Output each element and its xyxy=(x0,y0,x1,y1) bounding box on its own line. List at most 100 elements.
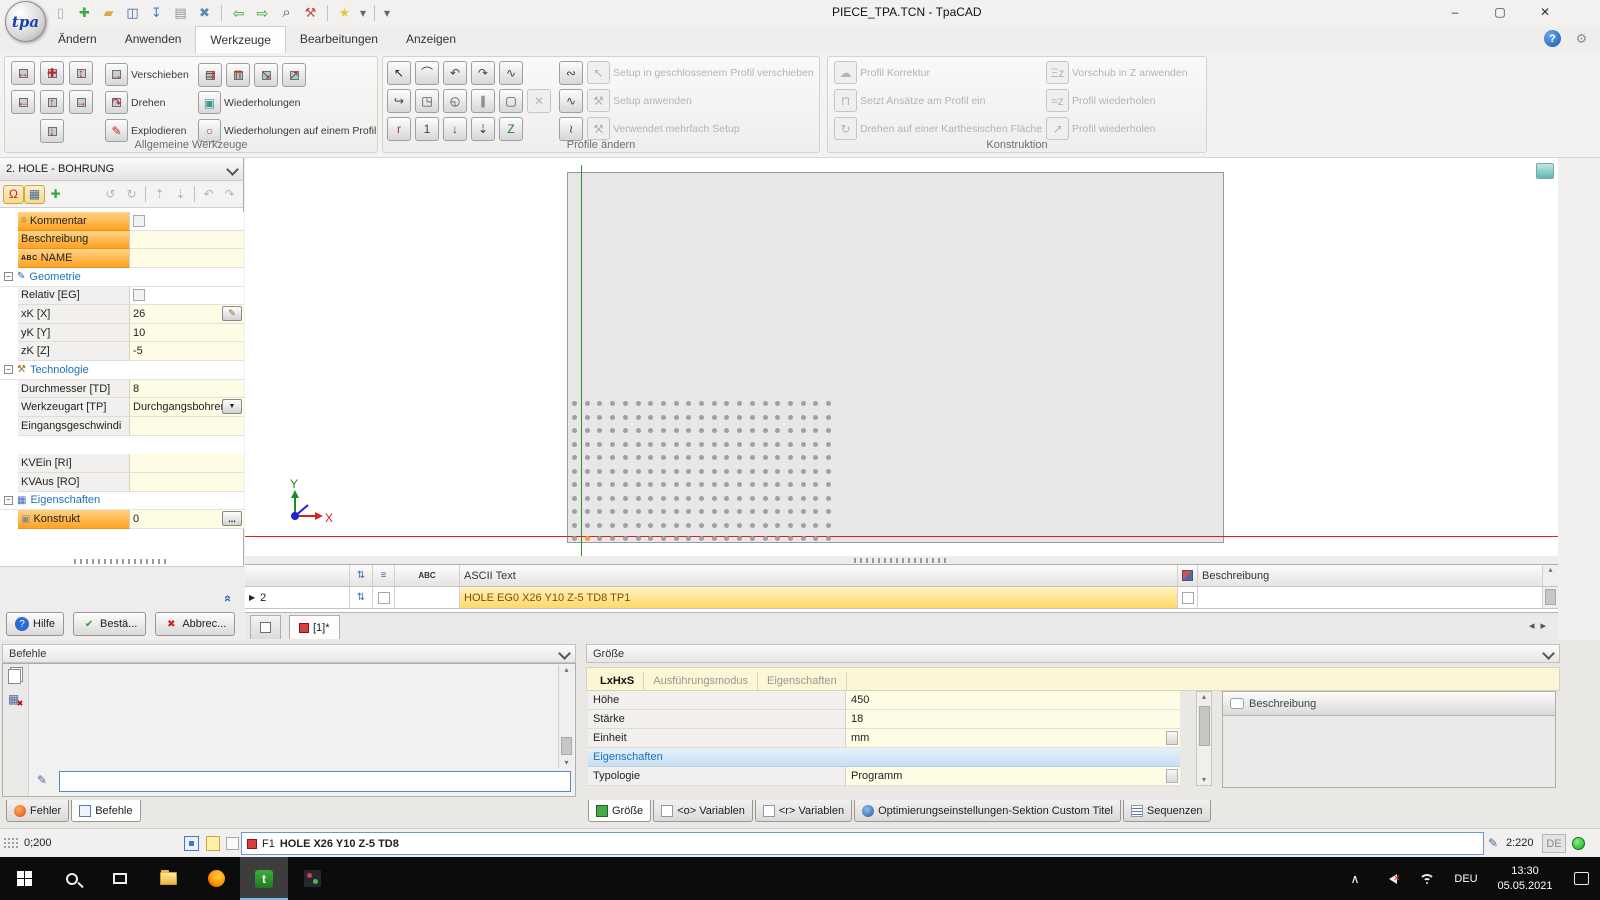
fillet-radius-button[interactable]: r xyxy=(387,117,411,141)
chamfer-line-button[interactable]: 1 xyxy=(415,117,439,141)
ribbon-options-button[interactable]: ⚙ xyxy=(1571,29,1592,48)
browser-button[interactable] xyxy=(192,857,240,900)
tab-groesse-tab[interactable]: Größe xyxy=(588,800,651,822)
mirror-diagonal-up-button[interactable]: ↗ xyxy=(282,63,306,87)
pin-icon[interactable] xyxy=(226,163,239,176)
keyboard-language-button[interactable]: DEU xyxy=(1446,857,1486,900)
property-value-kommentar[interactable] xyxy=(130,212,244,231)
tpacad-taskbar-button[interactable]: t xyxy=(240,857,288,900)
property-value-eingangsgeschwindi[interactable] xyxy=(130,417,244,436)
app-button[interactable] xyxy=(288,857,336,900)
view-tab-3d[interactable] xyxy=(250,615,281,639)
undo-button[interactable]: ⇦ xyxy=(228,3,249,22)
smooth-profile-button[interactable]: ≀ xyxy=(559,117,583,141)
notification-center-button[interactable] xyxy=(1566,857,1596,900)
arc-ccw-button[interactable]: ↶ xyxy=(443,61,467,85)
pin-icon[interactable] xyxy=(1542,647,1555,660)
menu-tab-werkzeuge[interactable]: Werkzeuge xyxy=(195,26,285,53)
new-file-button[interactable]: ▯ xyxy=(50,3,71,22)
tpa-logo-button[interactable]: tpa xyxy=(5,1,46,42)
column-ascii-text[interactable]: ASCII Text xyxy=(460,565,1178,587)
corner-square-button[interactable]: ◳ xyxy=(415,89,439,113)
menu-tab-anwenden[interactable]: Anwenden xyxy=(111,26,196,53)
ascii-text-cell[interactable]: HOLE EG0 X26 Y10 Z-5 TD8 TP1 xyxy=(460,587,1178,609)
menu-tab-anzeigen[interactable]: Anzeigen xyxy=(392,26,470,53)
scrollbar-thumb[interactable] xyxy=(561,737,572,755)
favorites-arrow-button[interactable]: ▾ xyxy=(358,3,368,22)
open-file-button[interactable]: ▰ xyxy=(98,3,119,22)
redo-button[interactable]: ⇨ xyxy=(252,3,273,22)
field-value-typologie[interactable]: Programm xyxy=(846,767,1180,786)
split-segment-button[interactable]: ∥ xyxy=(471,89,495,113)
menu-tab-ndern[interactable]: Ändern xyxy=(44,26,111,53)
property-value-xk-x[interactable]: 26✎ xyxy=(130,305,244,324)
fit-view-icon[interactable] xyxy=(184,836,199,851)
add-file-button[interactable]: ✚ xyxy=(74,3,95,22)
network-button[interactable] xyxy=(1412,857,1442,900)
search-button[interactable]: ⌕ xyxy=(276,3,297,22)
tab-sequenzen-tab[interactable]: Sequenzen xyxy=(1123,800,1211,822)
groesse-tab-ausf-hrungsmodus[interactable]: Ausführungsmodus xyxy=(644,672,758,690)
wiederholungen-button[interactable]: ▣Wiederholungen xyxy=(198,91,300,114)
move-left-button[interactable]: ← xyxy=(11,90,35,114)
save-file-button[interactable]: ◫ xyxy=(122,3,143,22)
tab-nav-arrows[interactable]: ◂▸ xyxy=(1529,619,1552,632)
bestaetigen-button[interactable]: ✔Bestä... xyxy=(73,612,146,636)
property-value-beschreibung[interactable] xyxy=(130,231,244,250)
resize-grip[interactable] xyxy=(3,837,19,850)
field-value-h-he[interactable]: 450 xyxy=(846,691,1180,710)
drehen-button[interactable]: ↷Drehen xyxy=(105,91,165,114)
import-button[interactable]: ↧ xyxy=(146,3,167,22)
corner-round-button[interactable]: ◵ xyxy=(443,89,467,113)
select-pointer-button[interactable]: ↖ xyxy=(387,61,411,85)
menu-tab-bearbeitungen[interactable]: Bearbeitungen xyxy=(286,26,392,53)
mirror-diagonal-down-button[interactable]: ↘ xyxy=(254,63,278,87)
property-value-kvein-ri[interactable] xyxy=(130,454,244,473)
property-value-yk-y[interactable]: 10 xyxy=(130,324,244,343)
stretch-y-button[interactable]: ↕ xyxy=(69,61,93,85)
canvas-view-button[interactable] xyxy=(1536,163,1554,179)
status-checkbox[interactable] xyxy=(226,837,239,850)
property-value-relativ-eg[interactable] xyxy=(130,287,244,306)
edit-value-button[interactable]: ✎ xyxy=(222,306,242,321)
view-tab-face-1[interactable]: [1]* xyxy=(289,615,340,639)
scroll-down-icon[interactable]: ▾ xyxy=(559,758,574,768)
parametric-omega-button[interactable]: Ω xyxy=(3,185,24,204)
property-value-zk-z[interactable]: -5 xyxy=(130,342,244,361)
help-icon[interactable]: ? xyxy=(1544,30,1561,47)
command-input[interactable] xyxy=(59,771,571,792)
scroll-up-icon[interactable]: ▴ xyxy=(1197,692,1211,702)
toolbar-options-button[interactable]: ▾ xyxy=(381,3,393,22)
minimize-button[interactable]: – xyxy=(1437,1,1473,22)
tab-o-variablen-tab[interactable]: <o> Variablen xyxy=(653,800,753,822)
z-depth-profile-button[interactable]: Z xyxy=(499,117,523,141)
field-value-st-rke[interactable]: 18 xyxy=(846,710,1180,729)
browse-button[interactable] xyxy=(1166,731,1178,745)
wiederholungen-button[interactable]: ▣ xyxy=(198,91,221,114)
clock[interactable]: 13:3005.05.2021 xyxy=(1488,857,1562,900)
browse-button[interactable]: ... xyxy=(222,511,242,526)
collapse-icon[interactable]: − xyxy=(4,365,13,374)
property-value-kvaus-ro[interactable] xyxy=(130,473,244,492)
volume-button[interactable]: ✕ xyxy=(1378,857,1408,900)
tools-button[interactable]: ⚒ xyxy=(300,3,321,22)
tray-expand-button[interactable]: ∧ xyxy=(1340,857,1370,900)
apply-setup-down-button[interactable]: ↓ xyxy=(443,117,467,141)
scroll-up-icon[interactable]: ▴ xyxy=(1543,565,1558,575)
scrollbar-thumb[interactable] xyxy=(1545,589,1556,605)
add-node-button[interactable]: ✚ xyxy=(45,185,66,204)
drehen-button[interactable]: ↷ xyxy=(105,91,128,114)
entry-arc-button[interactable]: ↪ xyxy=(387,89,411,113)
invert-profile-button[interactable]: ∾ xyxy=(559,61,583,85)
hilfe-button[interactable]: ?Hilfe xyxy=(6,612,64,636)
start-button[interactable] xyxy=(0,857,48,900)
kommentar-checkbox[interactable] xyxy=(133,215,145,227)
verschieben-button[interactable]: →Verschieben xyxy=(105,63,189,86)
row-checkbox[interactable] xyxy=(378,592,390,604)
abbrechen-button[interactable]: ✖Abbrec... xyxy=(155,612,235,636)
repeat-y-button[interactable]: ⇈ xyxy=(226,63,250,87)
workpiece[interactable] xyxy=(567,172,1224,543)
apply-point-down-button[interactable]: ⇣ xyxy=(471,117,495,141)
fehler-tab[interactable]: Fehler xyxy=(6,800,69,822)
repeat-x-button[interactable]: ⇉ xyxy=(198,63,222,87)
